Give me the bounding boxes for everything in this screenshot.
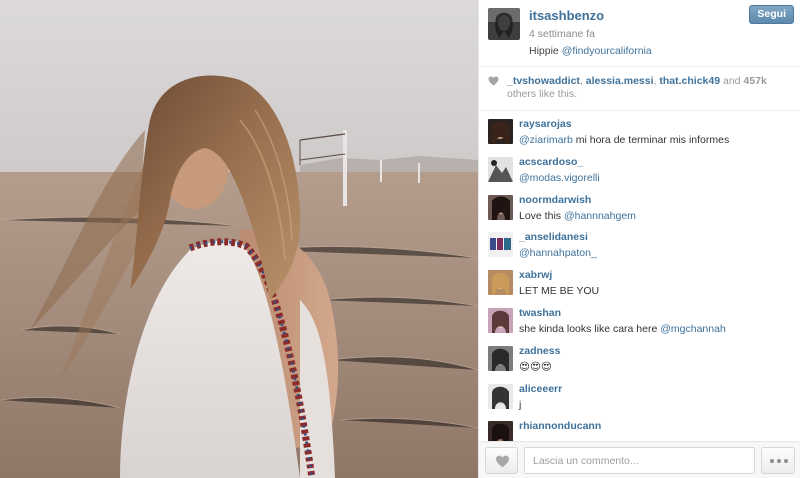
commenter-avatar[interactable] — [488, 232, 513, 258]
comment-footer — [479, 441, 800, 478]
likes-suffix: others like this. — [507, 88, 578, 100]
commenter-username[interactable]: twashan — [519, 304, 800, 320]
post-side-panel: itsashbenzo 4 settimane fa Hippie @findy… — [478, 0, 800, 478]
commenter-avatar[interactable] — [488, 345, 513, 371]
heart-icon — [496, 455, 509, 468]
post-timestamp[interactable]: 4 settimane fa — [529, 27, 652, 41]
caption-text: Hippie — [529, 45, 562, 57]
likes-summary: _tvshowaddict, alessia.messi, that.chick… — [479, 67, 800, 111]
comment-mention[interactable]: @hannnahgem — [564, 210, 636, 222]
comment-item: twashan she kinda looks like cara here @… — [479, 304, 800, 342]
commenter-avatar[interactable] — [488, 421, 513, 441]
commenter-avatar[interactable] — [488, 156, 513, 182]
likes-count[interactable]: 457k — [743, 75, 766, 87]
comments-list[interactable]: raysarojas @ziarimarb mi hora de termina… — [479, 111, 800, 441]
comment-item: raysarojas @ziarimarb mi hora de termina… — [479, 115, 800, 153]
likes-and-word: and — [720, 75, 744, 87]
liker-link[interactable]: that.chick49 — [659, 75, 720, 87]
comment-text: 😍😍😍 — [519, 360, 552, 373]
post-meta: itsashbenzo 4 settimane fa Hippie @findy… — [529, 8, 652, 58]
comment-item: noormdarwish Love this @hannnahgem — [479, 191, 800, 229]
follow-button[interactable]: Segui — [749, 5, 794, 24]
commenter-avatar[interactable] — [488, 383, 513, 409]
commenter-username[interactable]: noormdarwish — [519, 191, 800, 207]
caption-mention[interactable]: @findyourcalifornia — [562, 45, 652, 57]
comment-text: LET ME BE YOU — [519, 285, 600, 298]
comment-item: zadness 😍😍😍 — [479, 342, 800, 380]
commenter-avatar[interactable] — [488, 194, 513, 220]
more-dots-icon — [770, 459, 788, 463]
like-button[interactable] — [485, 447, 518, 474]
comment-text: @modas.vigorelli — [519, 171, 800, 185]
commenter-avatar[interactable] — [488, 119, 513, 144]
commenter-username[interactable]: raysarojas — [519, 115, 800, 131]
commenter-username[interactable]: xabrwj — [519, 266, 800, 282]
commenter-username[interactable]: zadness — [519, 342, 800, 358]
post-caption: Hippie @findyourcalifornia — [529, 44, 652, 58]
comment-item: aliceeerr j — [479, 380, 800, 418]
commenter-avatar[interactable] — [488, 307, 513, 333]
comment-mention[interactable]: @mgchannah — [660, 323, 726, 335]
comment-input[interactable] — [524, 447, 755, 474]
comment-mention[interactable]: @modas.vigorelli — [519, 172, 600, 184]
commenter-avatar[interactable] — [488, 270, 513, 296]
beach-portrait-image — [0, 0, 478, 478]
comment-text: she kinda looks like cara here @mgchanna… — [519, 322, 726, 335]
post-header: itsashbenzo 4 settimane fa Hippie @findy… — [479, 0, 800, 67]
commenter-username[interactable]: acscardoso_ — [519, 153, 800, 169]
comment-mention[interactable]: @ziarimarb — [519, 134, 573, 146]
comment-text: Love this @hannnahgem — [519, 209, 636, 222]
commenter-username[interactable]: aliceeerr — [519, 380, 800, 396]
author-username[interactable]: itsashbenzo — [529, 8, 652, 24]
author-avatar[interactable] — [488, 8, 520, 40]
comment-text: @ziarimarb mi hora de terminar mis infor… — [519, 134, 730, 146]
comment-item: rhiannonducann — [479, 417, 800, 441]
comment-text: @hannahpaton_ — [519, 246, 800, 260]
more-options-button[interactable] — [761, 447, 795, 474]
comment-item: xabrwj LET ME BE YOU — [479, 266, 800, 304]
comment-text: j — [519, 398, 522, 411]
comment-item: _anselidanesi @hannahpaton_ — [479, 228, 800, 266]
commenter-username[interactable]: rhiannonducann — [519, 417, 800, 433]
liker-link[interactable]: alessia.messi — [586, 75, 654, 87]
instagram-post-view: itsashbenzo 4 settimane fa Hippie @findy… — [0, 0, 800, 478]
post-photo[interactable] — [0, 0, 478, 478]
heart-icon — [488, 76, 499, 86]
comment-mention[interactable]: @hannahpaton_ — [519, 247, 597, 259]
liker-link[interactable]: _tvshowaddict — [507, 75, 580, 87]
comment-item: acscardoso_ @modas.vigorelli — [479, 153, 800, 191]
commenter-username[interactable]: _anselidanesi — [519, 228, 800, 244]
